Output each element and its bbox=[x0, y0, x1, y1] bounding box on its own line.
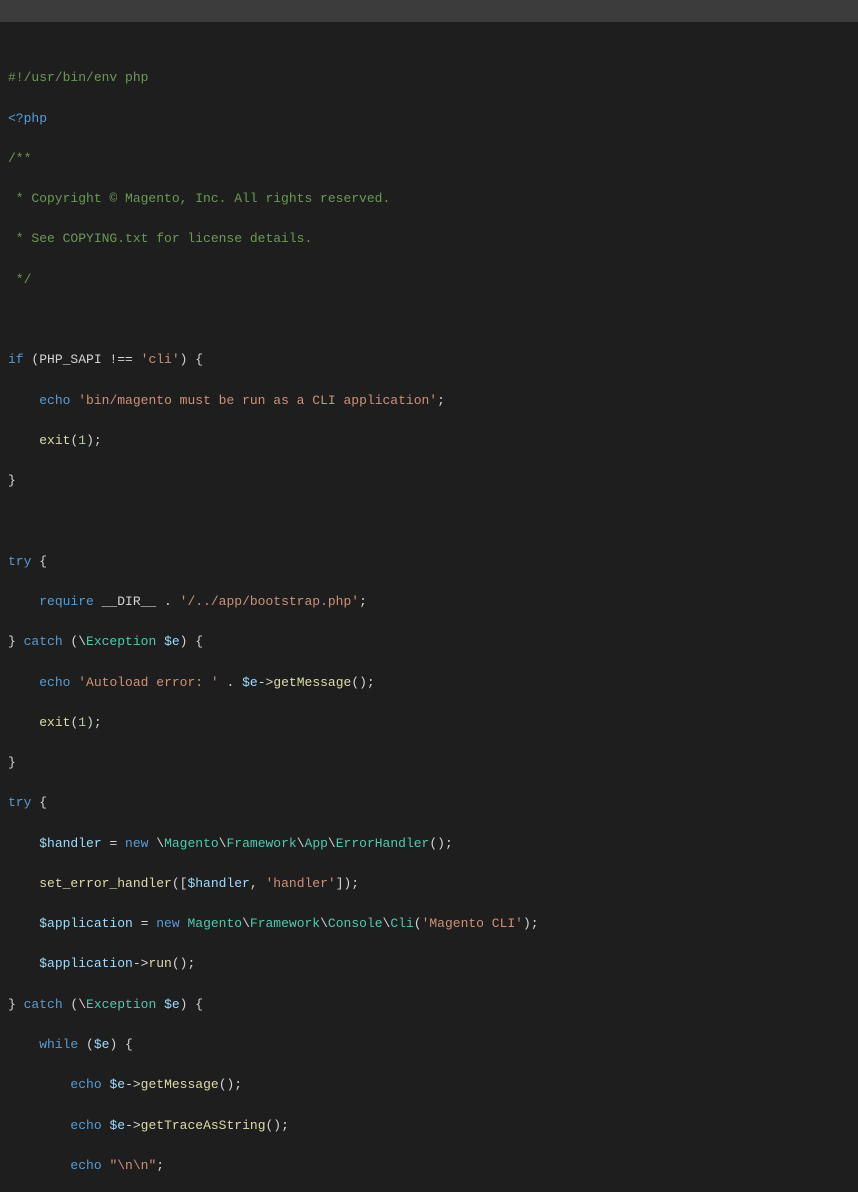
line-14: require __DIR__ . '/../app/bootstrap.php… bbox=[8, 592, 850, 612]
line-13: try { bbox=[8, 552, 850, 572]
line-2: <?php bbox=[8, 109, 850, 129]
line-6: */ bbox=[8, 270, 850, 290]
line-27: echo $e->getTraceAsString(); bbox=[8, 1116, 850, 1136]
line-10: exit(1); bbox=[8, 431, 850, 451]
line-24: } catch (\Exception $e) { bbox=[8, 995, 850, 1015]
line-22: $application = new Magento\Framework\Con… bbox=[8, 914, 850, 934]
code-container: #!/usr/bin/env php <?php /** * Copyright… bbox=[0, 22, 858, 1192]
line-26: echo $e->getMessage(); bbox=[8, 1075, 850, 1095]
line-5: * See COPYING.txt for license details. bbox=[8, 229, 850, 249]
line-17: exit(1); bbox=[8, 713, 850, 733]
line-28: echo "\n\n"; bbox=[8, 1156, 850, 1176]
line-20: $handler = new \Magento\Framework\App\Er… bbox=[8, 834, 850, 854]
line-21: set_error_handler([$handler, 'handler'])… bbox=[8, 874, 850, 894]
line-3: /** bbox=[8, 149, 850, 169]
line-19: try { bbox=[8, 793, 850, 813]
line-8: if (PHP_SAPI !== 'cli') { bbox=[8, 350, 850, 370]
line-25: while ($e) { bbox=[8, 1035, 850, 1055]
line-23: $application->run(); bbox=[8, 954, 850, 974]
line-18: } bbox=[8, 753, 850, 773]
line-1: #!/usr/bin/env php bbox=[8, 68, 850, 88]
line-16: echo 'Autoload error: ' . $e->getMessage… bbox=[8, 673, 850, 693]
line-11: } bbox=[8, 471, 850, 491]
line-15: } catch (\Exception $e) { bbox=[8, 632, 850, 652]
title-bar bbox=[0, 0, 858, 22]
line-12 bbox=[8, 511, 850, 531]
line-9: echo 'bin/magento must be run as a CLI a… bbox=[8, 391, 850, 411]
line-7 bbox=[8, 310, 850, 330]
line-4: * Copyright © Magento, Inc. All rights r… bbox=[8, 189, 850, 209]
